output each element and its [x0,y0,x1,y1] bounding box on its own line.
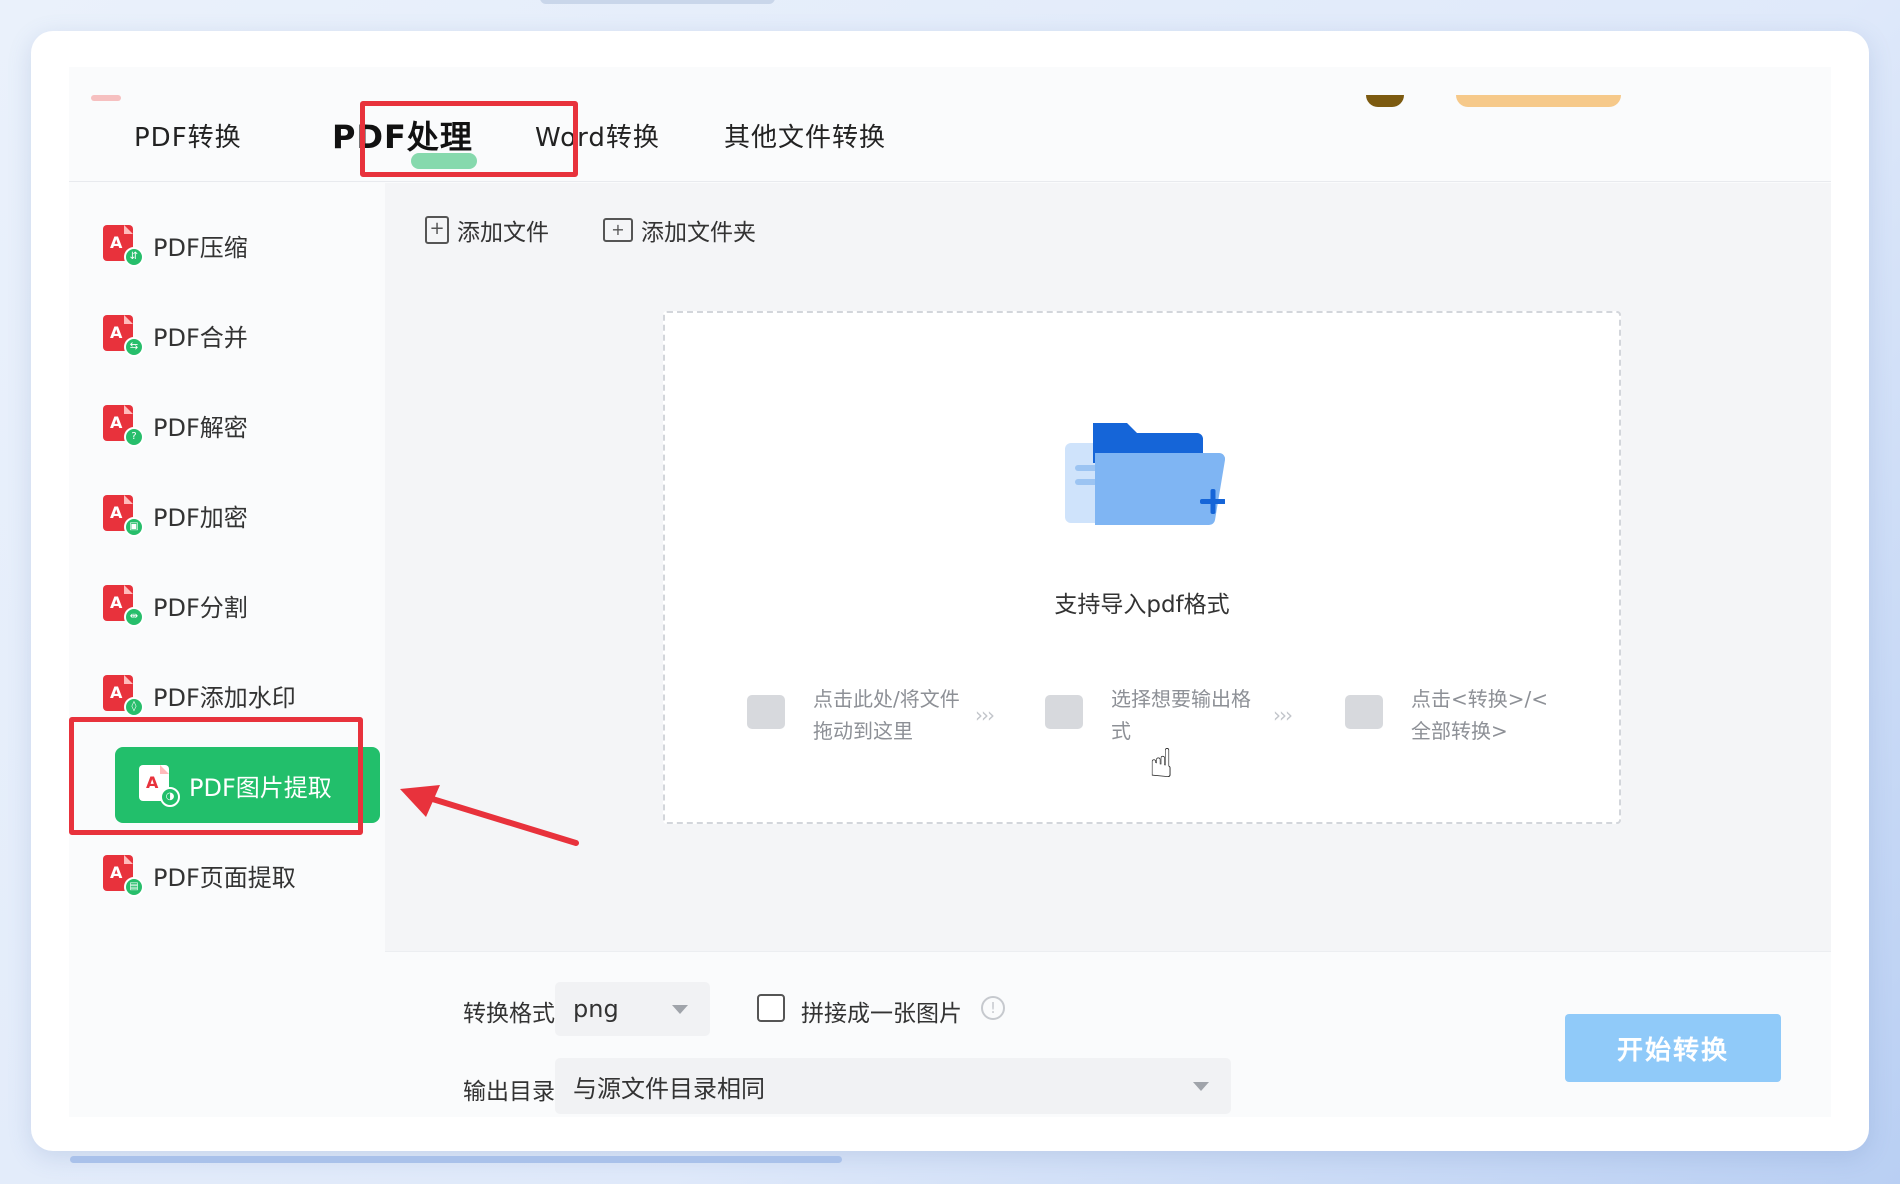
add-folder-button[interactable]: + 添加文件夹 [603,213,756,247]
pdf-page-extract-icon: A ▤ [103,851,147,899]
sidebar-item-label: PDF解密 [153,413,248,442]
sidebar-item-label: PDF页面提取 [153,863,296,892]
bottom-decoration [70,1156,842,1163]
tab-other-convert[interactable]: 其他文件转换 [724,117,886,154]
top-tab-bar: PDF转换 PDF处理 Word转换 其他文件转换 [69,67,1831,182]
output-dir-value: 与源文件目录相同 [573,1074,765,1103]
tab-pdf-convert[interactable]: PDF转换 [134,117,242,154]
hand-cursor-icon: ☝ [1149,741,1174,787]
convert-icon [1345,695,1383,729]
chevrons-icon: ››› [975,703,995,727]
drop-zone-title: 支持导入pdf格式 [1054,592,1230,618]
add-file-label: 添加文件 [457,220,549,246]
sidebar-item-pdf-decrypt[interactable]: A? PDF解密 [103,395,348,455]
highlight-box-tab [360,101,578,177]
settings-panel: 转换格式 png 拼接成一张图片 ! 输出目录 与源文件目录相同 开始转换 [385,951,1831,1117]
format-select[interactable]: png [555,982,710,1036]
step-convert: 点击<转换>/<全部转换> [1345,683,1561,747]
document-arrow-icon [1045,695,1083,729]
sidebar-item-label: PDF加密 [153,503,248,532]
merge-images-checkbox[interactable] [757,994,785,1022]
sidebar-item-pdf-merge[interactable]: A ⇆ PDF合并 [103,305,348,365]
file-drop-zone[interactable]: 支持导入pdf格式 点击此处/将文件拖动到这里 ››› 选择想要输出格式 ›››… [663,311,1621,824]
pdf-merge-icon: A ⇆ [103,311,147,359]
format-label: 转换格式 [463,1001,555,1027]
sidebar-item-pdf-watermark[interactable]: A ◊ PDF添加水印 [103,665,348,725]
format-value: png [573,995,619,1023]
pdf-split-icon: A ⇹ [103,581,147,629]
add-file-button[interactable]: + 添加文件 [425,213,549,247]
sidebar-item-pdf-encrypt[interactable]: A ▣ PDF加密 [103,485,348,545]
pdf-compress-icon: A ⇵ [103,221,147,269]
chevron-down-icon [1193,1082,1209,1091]
sidebar: A ⇵ PDF压缩 A ⇆ PDF合并 A? PDF解密 A ▣ PDF加密 A ⇹ P… [69,183,380,1117]
step-text: 点击<转换>/<全部转换> [1411,687,1549,743]
step-add-file: 点击此处/将文件拖动到这里 [747,683,963,747]
add-file-icon: + [425,216,449,244]
main-panel: + 添加文件 + 添加文件夹 支持导入pdf格式 点击此处/将文件拖动到这里 › [385,183,1831,951]
app-window: PDF转换 PDF处理 Word转换 其他文件转换 A ⇵ PDF压缩 A ⇆ PD… [31,31,1869,1151]
sidebar-item-pdf-compress[interactable]: A ⇵ PDF压缩 [103,215,348,275]
folder-icon [747,695,785,729]
folder-add-icon [1065,423,1225,526]
top-decoration [540,0,775,4]
step-text: 选择想要输出格式 [1111,687,1251,743]
sidebar-item-label: PDF压缩 [153,233,248,262]
annotation-arrow-icon [400,785,579,846]
start-convert-button[interactable]: 开始转换 [1565,1014,1781,1082]
sidebar-item-pdf-split[interactable]: A ⇹ PDF分割 [103,575,348,635]
sidebar-item-label: PDF分割 [153,593,248,622]
pdf-decrypt-icon: A? [103,401,147,449]
info-icon[interactable]: ! [981,996,1005,1020]
pdf-watermark-icon: A ◊ [103,671,147,719]
pdf-encrypt-icon: A ▣ [103,491,147,539]
sidebar-item-pdf-page-extract[interactable]: A ▤ PDF页面提取 [103,845,348,905]
sidebar-item-label: PDF添加水印 [153,683,296,712]
sidebar-item-label: PDF合并 [153,323,248,352]
highlight-box-sidebar-item [69,717,363,835]
merge-images-label: 拼接成一张图片 [801,1001,962,1027]
chevron-down-icon [672,1005,688,1014]
add-folder-label: 添加文件夹 [641,220,756,246]
output-dir-select[interactable]: 与源文件目录相同 [555,1058,1231,1114]
step-select-format: 选择想要输出格式 [1045,683,1261,747]
chevrons-icon: ››› [1273,703,1293,727]
add-folder-icon: + [603,218,633,242]
output-dir-label: 输出目录 [463,1079,555,1105]
step-text: 点击此处/将文件拖动到这里 [813,687,960,743]
